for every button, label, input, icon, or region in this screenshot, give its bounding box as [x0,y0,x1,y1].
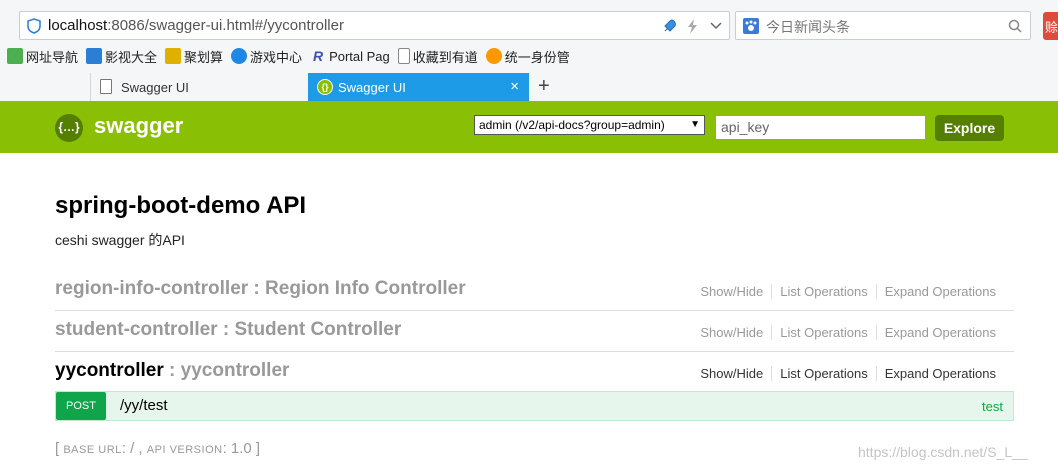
resource-operations: Show/Hide List Operations Expand Operati… [692,284,1004,299]
resource-heading[interactable]: yycontroller : yycontroller [55,360,289,382]
flower-icon [485,48,502,64]
search-placeholder: 今日新闻头条 [766,19,850,35]
resource-student-controller: student-controller : Student Controller … [55,311,1014,352]
expand-operations-link[interactable]: Expand Operations [875,325,1004,340]
search-box[interactable]: 今日新闻头条 [735,11,1031,40]
tab-strip: Swagger UI {} Swagger UI × + [0,73,1058,101]
corner-badge[interactable]: 赊 [1043,12,1058,40]
page-icon [100,79,112,94]
bookmark-item[interactable]: 游戏中心 [231,47,302,66]
swagger-favicon-icon: {} [317,79,333,95]
resource-operations: Show/Hide List Operations Expand Operati… [692,325,1004,340]
endpoint-summary[interactable]: test [982,399,1003,414]
chevron-down-icon[interactable] [710,22,722,30]
rocket-icon[interactable] [662,18,678,34]
http-method-badge[interactable]: POST [56,392,106,420]
paw-icon [743,18,759,34]
house-icon [7,48,23,64]
top-strip [0,0,1058,8]
lightning-icon[interactable] [686,19,698,34]
expand-operations-link[interactable]: Expand Operations [875,284,1004,299]
endpoint-post-yy-test[interactable]: POST /yy/test test [55,391,1014,421]
tab-swagger-ui-1[interactable]: Swagger UI [90,73,308,101]
caret-down-icon: ▼ [690,119,700,130]
swagger-header: {…} swagger admin (/v2/api-docs?group=ad… [0,101,1058,153]
shield-icon [27,18,41,34]
api-definition-select[interactable]: admin (/v2/api-docs?group=admin) ▼ [474,115,705,135]
browser-chrome: localhost:8086/swagger-ui.html#/yycontro… [0,0,1058,101]
swagger-logo-text[interactable]: swagger [94,113,183,139]
api-footer: [ BASE URL: / , API VERSION: 1.0 ] [55,440,261,457]
api-description: ceshi swagger 的API [55,232,185,248]
bookmark-item[interactable]: 聚划算 [165,47,223,66]
resource-heading[interactable]: student-controller : Student Controller [55,319,401,341]
film-icon [86,48,103,64]
grid-icon [165,48,182,64]
resource-heading[interactable]: region-info-controller : Region Info Con… [55,278,466,300]
show-hide-link[interactable]: Show/Hide [692,325,771,340]
bookmark-item[interactable]: R Portal Pag [310,48,390,64]
resource-operations: Show/Hide List Operations Expand Operati… [692,366,1004,381]
endpoint-path[interactable]: /yy/test [120,397,168,414]
tab-swagger-ui-2[interactable]: {} Swagger UI × [308,73,529,101]
bookmark-item[interactable]: 网址导航 [7,47,78,66]
game-icon [231,48,248,64]
list-operations-link[interactable]: List Operations [771,366,875,381]
new-tab-button[interactable]: + [538,75,550,98]
bookmark-item[interactable]: 统一身份管 [485,47,570,66]
explore-button[interactable]: Explore [935,115,1004,141]
api-version-label: API VERSION [146,444,223,456]
list-operations-link[interactable]: List Operations [771,325,875,340]
base-url-label: BASE URL [63,444,122,456]
show-hide-link[interactable]: Show/Hide [692,366,771,381]
url-text[interactable]: localhost:8086/swagger-ui.html#/yycontro… [48,17,344,34]
bookmarks-bar: 网址导航 影视大全 聚划算 游戏中心 R Portal Pag 收藏到有道 统一… [0,44,1058,68]
resource-yycontroller: yycontroller : yycontroller Show/Hide Li… [55,352,1014,393]
resource-region-info-controller: region-info-controller : Region Info Con… [55,270,1014,311]
show-hide-link[interactable]: Show/Hide [692,284,771,299]
search-icon[interactable] [1008,19,1022,33]
api-title: spring-boot-demo API [55,192,307,219]
expand-operations-link[interactable]: Expand Operations [875,366,1004,381]
page-icon [397,48,410,64]
bookmark-item[interactable]: 影视大全 [86,47,157,66]
portal-icon: R [313,48,324,64]
address-bar[interactable]: localhost:8086/swagger-ui.html#/yycontro… [19,11,730,40]
swagger-logo-icon[interactable]: {…} [55,114,83,142]
close-icon[interactable]: × [510,78,519,95]
bookmark-item[interactable]: 收藏到有道 [397,47,478,66]
watermark: https://blog.csdn.net/S_L__ [858,444,1028,460]
api-key-input[interactable]: api_key [715,115,926,140]
list-operations-link[interactable]: List Operations [771,284,875,299]
